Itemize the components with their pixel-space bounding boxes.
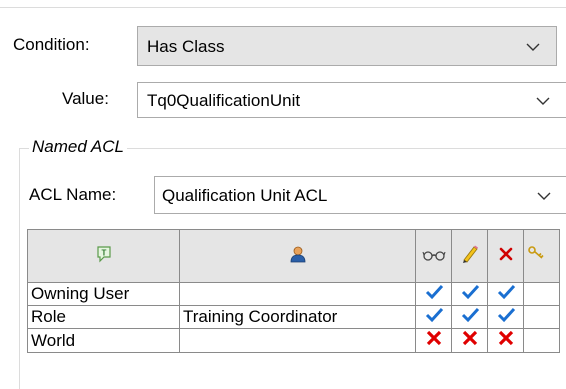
acl-name-dropdown-value: Qualification Unit ACL (162, 186, 328, 205)
read-cell[interactable] (415, 328, 452, 353)
delete-cell[interactable] (487, 328, 524, 353)
accessor-cell (179, 282, 416, 306)
delete-cell[interactable] (487, 305, 524, 329)
condition-dropdown-value: Has Class (147, 37, 225, 56)
table-row[interactable]: Owning User (27, 282, 560, 306)
accessor-type-cell: Role (27, 305, 180, 329)
condition-label: Condition: (13, 35, 90, 54)
checkmark-icon (424, 307, 444, 327)
named-acl-group-label: Named ACL (29, 137, 127, 157)
value-dropdown[interactable]: Tq0QualificationUnit (137, 82, 566, 118)
delete-x-icon (498, 246, 514, 267)
deny-x-icon (425, 330, 443, 351)
accessor-column-header[interactable] (179, 229, 416, 283)
deny-x-icon (497, 330, 515, 351)
chevron-down-icon (536, 97, 550, 107)
write-column-header[interactable] (451, 229, 488, 283)
write-cell[interactable] (451, 328, 488, 353)
table-row[interactable]: World (27, 328, 560, 353)
user-icon (289, 245, 307, 268)
delete-cell[interactable] (487, 282, 524, 306)
accessor-cell: Training Coordinator (179, 305, 416, 329)
deny-x-icon (461, 330, 479, 351)
acl-name-dropdown[interactable]: Qualification Unit ACL (154, 176, 566, 214)
accessor-type-icon: T (96, 245, 112, 268)
condition-dropdown[interactable]: Has Class (137, 26, 557, 66)
value-label: Value: (62, 89, 109, 108)
svg-text:T: T (101, 248, 106, 257)
change-ownership-cell[interactable] (523, 328, 560, 353)
keys-icon (528, 245, 546, 267)
acl-table-header-row: T (27, 229, 560, 283)
accessor-type-cell: Owning User (27, 282, 180, 306)
write-cell[interactable] (451, 305, 488, 329)
checkmark-icon (460, 307, 480, 327)
pencil-icon (460, 244, 480, 269)
checkmark-icon (460, 284, 480, 304)
write-cell[interactable] (451, 282, 488, 306)
read-cell[interactable] (415, 282, 452, 306)
top-divider (0, 7, 566, 8)
chevron-down-icon (526, 43, 540, 53)
change-ownership-column-header[interactable] (523, 229, 560, 283)
chevron-down-icon (537, 192, 551, 202)
change-ownership-cell[interactable] (523, 282, 560, 306)
change-ownership-cell[interactable] (523, 305, 560, 329)
checkmark-icon (496, 284, 516, 304)
accessor-cell (179, 328, 416, 353)
checkmark-icon (496, 307, 516, 327)
read-column-header[interactable] (415, 229, 452, 283)
value-dropdown-value: Tq0QualificationUnit (147, 91, 301, 110)
accessor-type-column-header[interactable]: T (27, 229, 180, 283)
acl-table: T Owning User Role Training Coordinator … (27, 229, 560, 353)
delete-column-header[interactable] (487, 229, 524, 283)
table-row[interactable]: Role Training Coordinator (27, 305, 560, 329)
read-cell[interactable] (415, 305, 452, 329)
glasses-icon (421, 246, 446, 266)
checkmark-icon (424, 284, 444, 304)
accessor-type-cell: World (27, 328, 180, 353)
acl-name-label: ACL Name: (29, 185, 117, 204)
